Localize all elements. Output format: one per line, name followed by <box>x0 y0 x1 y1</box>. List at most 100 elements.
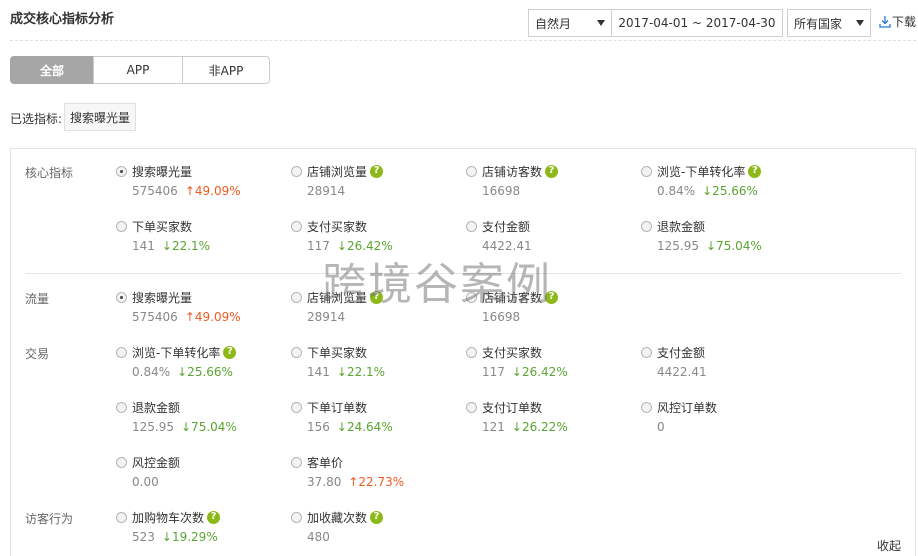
metric-trade-9[interactable]: 客单价 37.80 ↑22.73% <box>291 454 404 489</box>
platform-tabs: 全部 APP 非APP <box>10 56 270 84</box>
metric-trade-6[interactable]: 支付订单数 121 ↓26.22% <box>466 399 568 434</box>
metric-value: 0 <box>657 419 665 434</box>
metric-radio[interactable] <box>641 220 652 232</box>
metric-trade-3[interactable]: 支付金额 4422.41 <box>641 344 707 379</box>
group-label-trade: 交易 <box>25 347 50 361</box>
metric-radio[interactable] <box>466 165 477 177</box>
metric-value: 480 <box>307 529 330 544</box>
metric-core-3[interactable]: 浏览-下单转化率? 0.84% ↓25.66% <box>641 163 762 198</box>
metric-name: 支付买家数 <box>482 345 543 360</box>
metric-trade-5[interactable]: 下单订单数 156 ↓24.64% <box>291 399 393 434</box>
metric-radio[interactable] <box>116 291 127 303</box>
metric-radio[interactable] <box>116 456 127 468</box>
metric-name-row: 搜索曝光量 <box>116 163 241 179</box>
metric-name: 加收藏次数 <box>307 510 368 525</box>
metric-value-row: 141 ↓22.1% <box>132 238 210 253</box>
metric-radio[interactable] <box>641 346 652 358</box>
metric-radio[interactable] <box>466 346 477 358</box>
metric-name-row: 加收藏次数? <box>291 509 384 525</box>
help-icon[interactable]: ? <box>370 510 384 524</box>
metric-value-row: 523 ↓19.29% <box>132 529 220 544</box>
help-icon[interactable]: ? <box>370 164 384 178</box>
metric-name-row: 浏览-下单转化率? <box>641 163 762 179</box>
metric-trade-2[interactable]: 支付买家数 117 ↓26.42% <box>466 344 568 379</box>
metric-radio[interactable] <box>291 401 302 413</box>
metric-name-row: 店铺浏览量? <box>291 163 384 179</box>
metric-name: 搜索曝光量 <box>132 290 193 305</box>
metric-change: ↓19.29% <box>161 529 218 544</box>
metric-name: 风控金额 <box>132 455 181 470</box>
metric-radio[interactable] <box>291 220 302 232</box>
tab-non-app[interactable]: 非APP <box>182 56 270 84</box>
metric-trade-1[interactable]: 下单买家数 141 ↓22.1% <box>291 344 385 379</box>
metric-name: 搜索曝光量 <box>132 164 193 179</box>
metric-radio[interactable] <box>116 401 127 413</box>
metric-name-row: 搜索曝光量 <box>116 289 241 305</box>
filter-controls: 自然月 2017-04-01 ~ 2017-04-30 所有国家 <box>528 9 871 37</box>
metric-radio[interactable] <box>466 401 477 413</box>
metric-name: 浏览-下单转化率 <box>657 164 746 179</box>
metric-change: ↓25.66% <box>177 364 233 379</box>
metric-change: ↑49.09% <box>184 309 241 324</box>
metric-visitor-1[interactable]: 加收藏次数? 480 <box>291 509 384 544</box>
metric-name-row: 支付金额 <box>641 344 707 360</box>
metric-value-row: 0 <box>657 419 717 434</box>
metric-value-row: 117 ↓26.42% <box>482 364 568 379</box>
metric-value-row: 0.84% ↓25.66% <box>132 364 236 379</box>
help-icon[interactable]: ? <box>545 164 559 178</box>
metric-change: ↓22.1% <box>336 364 386 379</box>
tab-all[interactable]: 全部 <box>10 56 94 84</box>
download-link[interactable]: 下载 <box>879 13 916 30</box>
metric-radio[interactable] <box>641 401 652 413</box>
metric-value: 4422.41 <box>657 364 707 379</box>
selected-metrics-label: 已选指标: <box>10 112 63 126</box>
metric-radio[interactable] <box>641 165 652 177</box>
collapse-link[interactable]: 收起 <box>877 537 901 554</box>
metric-radio[interactable] <box>116 220 127 232</box>
metric-name-row: 支付金额 <box>466 218 532 234</box>
metric-name-row: 风控订单数 <box>641 399 717 415</box>
country-select[interactable]: 所有国家 <box>787 9 871 37</box>
period-select[interactable]: 自然月 <box>528 9 612 37</box>
metric-trade-4[interactable]: 退款金额 125.95 ↓75.04% <box>116 399 237 434</box>
tab-app[interactable]: APP <box>93 56 183 84</box>
metric-name: 支付买家数 <box>307 219 368 234</box>
metric-trade-7[interactable]: 风控订单数 0 <box>641 399 717 434</box>
metric-core-2[interactable]: 店铺访客数? 16698 <box>466 163 559 198</box>
help-icon[interactable]: ? <box>207 510 221 524</box>
metric-change: ↓22.1% <box>161 238 211 253</box>
metric-traffic-0[interactable]: 搜索曝光量 575406 ↑49.09% <box>116 289 241 324</box>
metric-core-7[interactable]: 退款金额 125.95 ↓75.04% <box>641 218 762 253</box>
metric-radio[interactable] <box>291 291 302 303</box>
metric-radio[interactable] <box>291 346 302 358</box>
selected-metric-chip[interactable]: 搜索曝光量 <box>64 103 137 131</box>
metric-radio[interactable] <box>116 346 127 358</box>
metric-radio[interactable] <box>291 456 302 468</box>
group-label-traffic: 流量 <box>25 292 50 306</box>
help-icon[interactable]: ? <box>223 345 237 359</box>
metric-radio[interactable] <box>116 165 127 177</box>
metric-name: 客单价 <box>307 455 344 470</box>
metric-change: ↓75.04% <box>706 238 762 253</box>
page-title: 成交核心指标分析 <box>10 12 115 27</box>
metric-value-row: 16698 <box>482 183 558 198</box>
metric-radio[interactable] <box>291 165 302 177</box>
download-label: 下载 <box>892 15 917 29</box>
metric-radio[interactable] <box>466 220 477 232</box>
metric-radio[interactable] <box>291 511 302 523</box>
metric-name: 店铺访客数 <box>482 164 543 179</box>
metric-core-4[interactable]: 下单买家数 141 ↓22.1% <box>116 218 210 253</box>
metric-trade-8[interactable]: 风控金额 0.00 <box>116 454 180 489</box>
metric-value: 125.95 <box>132 419 174 434</box>
metric-visitor-0[interactable]: 加购物车次数? 523 ↓19.29% <box>116 509 221 544</box>
metric-value: 0.84% <box>132 364 171 379</box>
metric-trade-0[interactable]: 浏览-下单转化率? 0.84% ↓25.66% <box>116 344 237 379</box>
help-icon[interactable]: ? <box>748 164 762 178</box>
metric-core-1[interactable]: 店铺浏览量? 28914 <box>291 163 384 198</box>
metric-value-row: 575406 ↑49.09% <box>132 309 241 324</box>
metric-core-0[interactable]: 搜索曝光量 575406 ↑49.09% <box>116 163 241 198</box>
metric-name: 浏览-下单转化率 <box>132 345 221 360</box>
date-range-picker[interactable]: 2017-04-01 ~ 2017-04-30 <box>611 9 783 37</box>
metric-radio[interactable] <box>116 511 127 523</box>
metric-name: 下单买家数 <box>307 345 368 360</box>
